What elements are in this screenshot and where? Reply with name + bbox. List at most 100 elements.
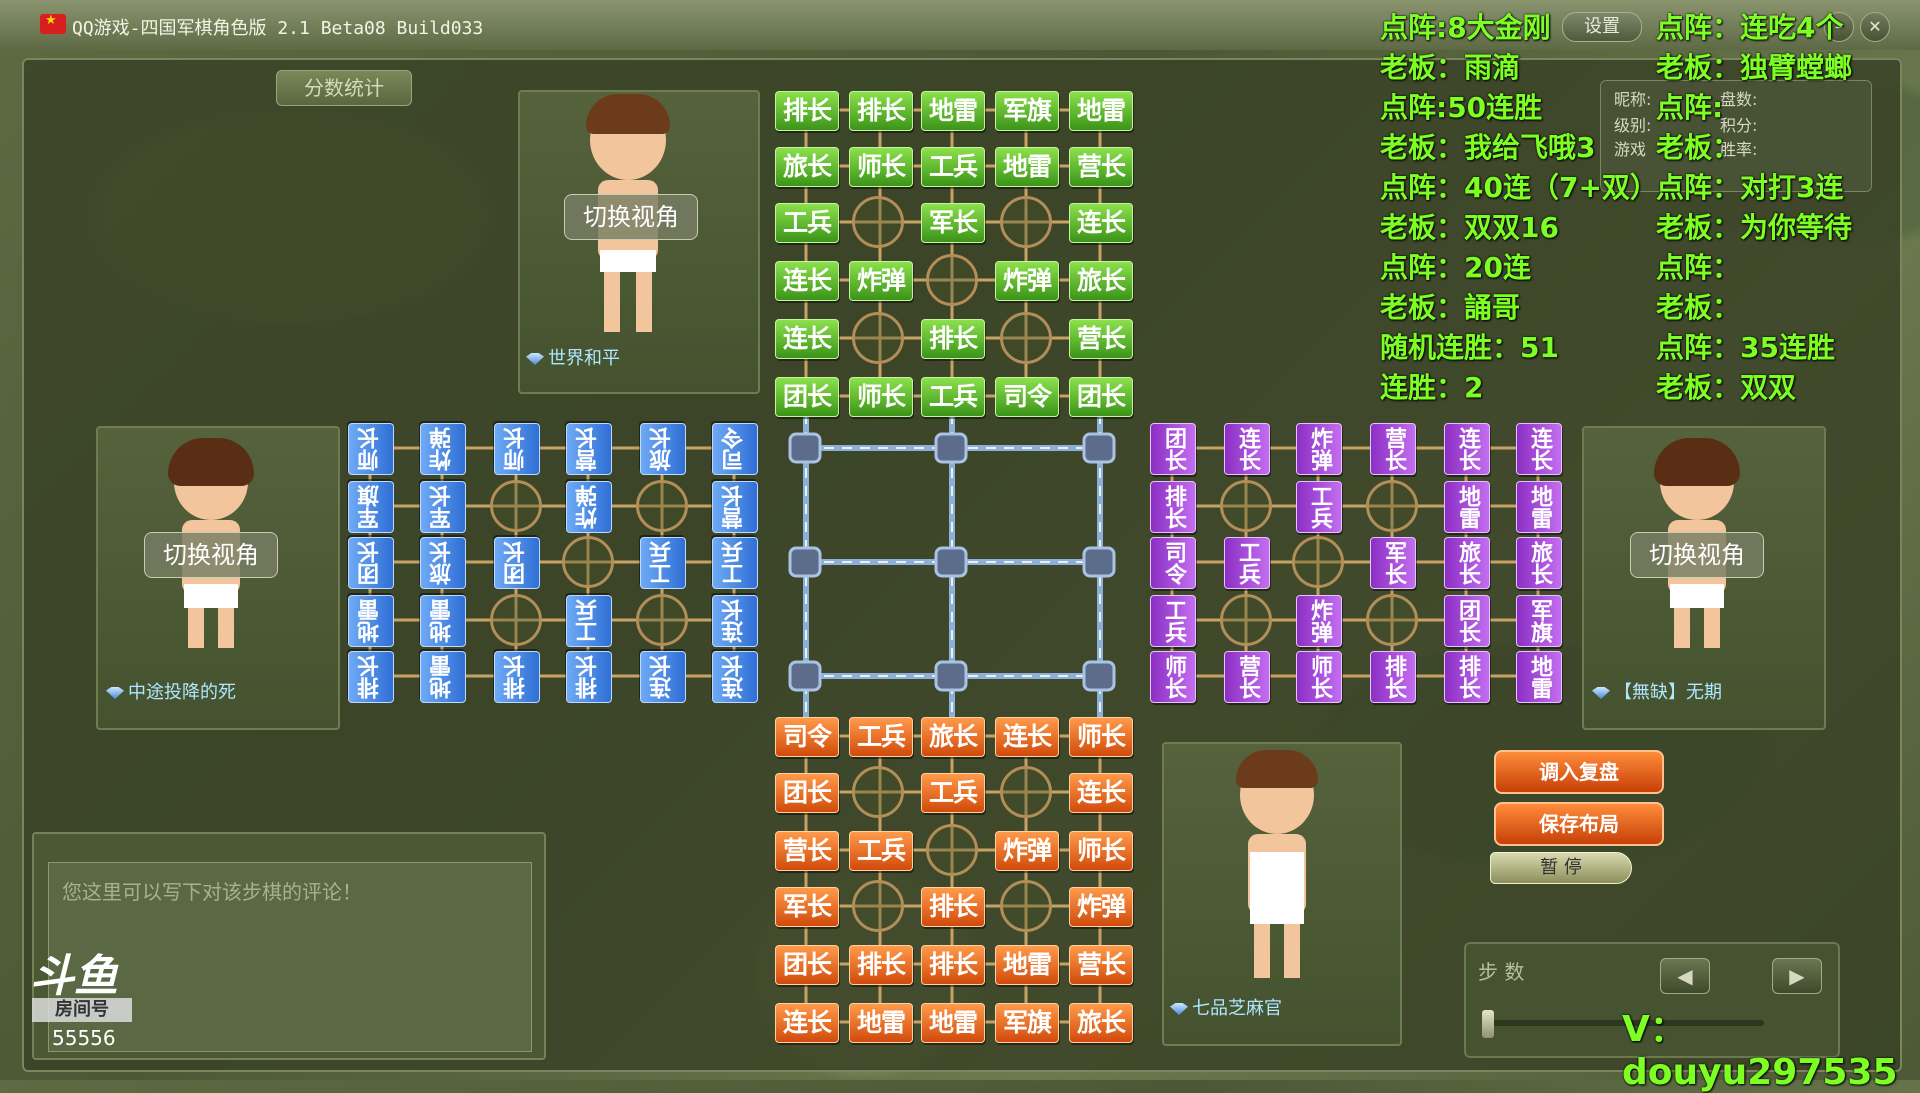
camp[interactable] [1366,594,1418,646]
chess-piece[interactable]: 团长 [775,945,839,985]
chess-piece[interactable]: 连长 [775,319,839,359]
chess-piece[interactable]: 炸弹 [566,481,612,533]
chess-piece[interactable]: 排长 [849,945,913,985]
chess-piece[interactable]: 师长 [849,147,913,187]
chess-piece[interactable]: 军长 [775,887,839,927]
chess-piece[interactable]: 地雷 [420,595,466,647]
chess-piece[interactable]: 连长 [995,717,1059,757]
chess-piece[interactable]: 军长 [1370,537,1416,589]
steps-slider-handle[interactable] [1482,1010,1494,1038]
chess-piece[interactable]: 团长 [1069,377,1133,417]
next-step-button[interactable]: ▶ [1772,958,1822,994]
chess-piece[interactable]: 地雷 [1069,91,1133,131]
chess-piece[interactable]: 排长 [1370,651,1416,703]
chess-piece[interactable]: 连长 [1224,423,1270,475]
chess-piece[interactable]: 工兵 [921,147,985,187]
chess-piece[interactable]: 工兵 [566,595,612,647]
chess-piece[interactable]: 炸弹 [420,423,466,475]
chess-piece[interactable]: 连长 [712,651,758,703]
chess-piece[interactable]: 排长 [849,91,913,131]
chess-piece[interactable]: 营长 [775,831,839,871]
camp[interactable] [490,480,542,532]
chess-piece[interactable]: 排长 [921,319,985,359]
chess-piece[interactable]: 团长 [494,537,540,589]
chess-piece[interactable]: 地雷 [921,1003,985,1043]
chess-piece[interactable]: 工兵 [640,537,686,589]
chess-piece[interactable]: 旅长 [921,717,985,757]
chess-piece[interactable]: 师长 [1069,717,1133,757]
chess-piece[interactable]: 团长 [775,377,839,417]
camp[interactable] [1366,480,1418,532]
chess-piece[interactable]: 军旗 [995,1003,1059,1043]
switch-view-button[interactable]: 切换视角 [564,194,698,240]
chess-piece[interactable]: 司令 [1150,537,1196,589]
chess-piece[interactable]: 工兵 [1224,537,1270,589]
chess-piece[interactable]: 师长 [849,377,913,417]
chess-piece[interactable]: 团长 [775,773,839,813]
camp[interactable] [852,312,904,364]
camp[interactable] [852,196,904,248]
chess-piece[interactable]: 工兵 [921,377,985,417]
switch-view-button[interactable]: 切换视角 [144,532,278,578]
chess-piece[interactable]: 团长 [1150,423,1196,475]
chess-piece[interactable]: 师长 [1069,831,1133,871]
chess-piece[interactable]: 地雷 [1516,481,1562,533]
camp[interactable] [852,766,904,818]
chess-piece[interactable]: 团长 [1444,595,1490,647]
chess-piece[interactable]: 师长 [1296,651,1342,703]
camp[interactable] [1000,312,1052,364]
chess-piece[interactable]: 营长 [1069,147,1133,187]
chess-piece[interactable]: 连长 [1444,423,1490,475]
chess-piece[interactable]: 炸弹 [1069,887,1133,927]
chess-piece[interactable]: 师长 [348,423,394,475]
chess-piece[interactable]: 营长 [1370,423,1416,475]
chess-piece[interactable]: 团长 [348,537,394,589]
camp[interactable] [490,594,542,646]
chess-piece[interactable]: 排长 [921,945,985,985]
chess-piece[interactable]: 工兵 [775,203,839,243]
chess-piece[interactable]: 地雷 [995,147,1059,187]
chess-piece[interactable]: 司令 [775,717,839,757]
chess-piece[interactable]: 旅长 [420,537,466,589]
chess-piece[interactable]: 工兵 [1296,481,1342,533]
chess-piece[interactable]: 工兵 [712,537,758,589]
chess-piece[interactable]: 军旗 [995,91,1059,131]
chess-piece[interactable]: 排长 [566,651,612,703]
chess-piece[interactable]: 地雷 [1516,651,1562,703]
chess-piece[interactable]: 师长 [494,423,540,475]
chess-piece[interactable]: 工兵 [849,831,913,871]
chess-piece[interactable]: 军长 [921,203,985,243]
chess-piece[interactable]: 地雷 [921,91,985,131]
chess-piece[interactable]: 排长 [775,91,839,131]
chess-piece[interactable]: 炸弹 [1296,595,1342,647]
chess-piece[interactable]: 连长 [1069,203,1133,243]
chess-piece[interactable]: 军旗 [348,481,394,533]
camp[interactable] [1000,196,1052,248]
chess-piece[interactable]: 连长 [712,595,758,647]
chess-piece[interactable]: 军长 [420,481,466,533]
chess-piece[interactable]: 营长 [1069,945,1133,985]
camp[interactable] [852,880,904,932]
chess-piece[interactable]: 工兵 [849,717,913,757]
chess-piece[interactable]: 地雷 [995,945,1059,985]
chess-piece[interactable]: 炸弹 [1296,423,1342,475]
chess-piece[interactable]: 炸弹 [995,831,1059,871]
chess-piece[interactable]: 司令 [712,423,758,475]
chess-piece[interactable]: 连长 [640,651,686,703]
chess-piece[interactable]: 排长 [1444,651,1490,703]
camp[interactable] [1292,536,1344,588]
pause-button[interactable]: 暂 停 [1490,852,1632,884]
chess-piece[interactable]: 旅长 [640,423,686,475]
chess-piece[interactable]: 炸弹 [849,261,913,301]
camp[interactable] [636,594,688,646]
chess-piece[interactable]: 连长 [1516,423,1562,475]
chess-piece[interactable]: 排长 [1150,481,1196,533]
chess-piece[interactable]: 排长 [921,887,985,927]
camp[interactable] [1220,594,1272,646]
prev-step-button[interactable]: ◀ [1660,958,1710,994]
camp[interactable] [1000,766,1052,818]
camp[interactable] [1220,480,1272,532]
chess-piece[interactable]: 师长 [1150,651,1196,703]
chess-piece[interactable]: 营长 [566,423,612,475]
chess-piece[interactable]: 旅长 [1516,537,1562,589]
